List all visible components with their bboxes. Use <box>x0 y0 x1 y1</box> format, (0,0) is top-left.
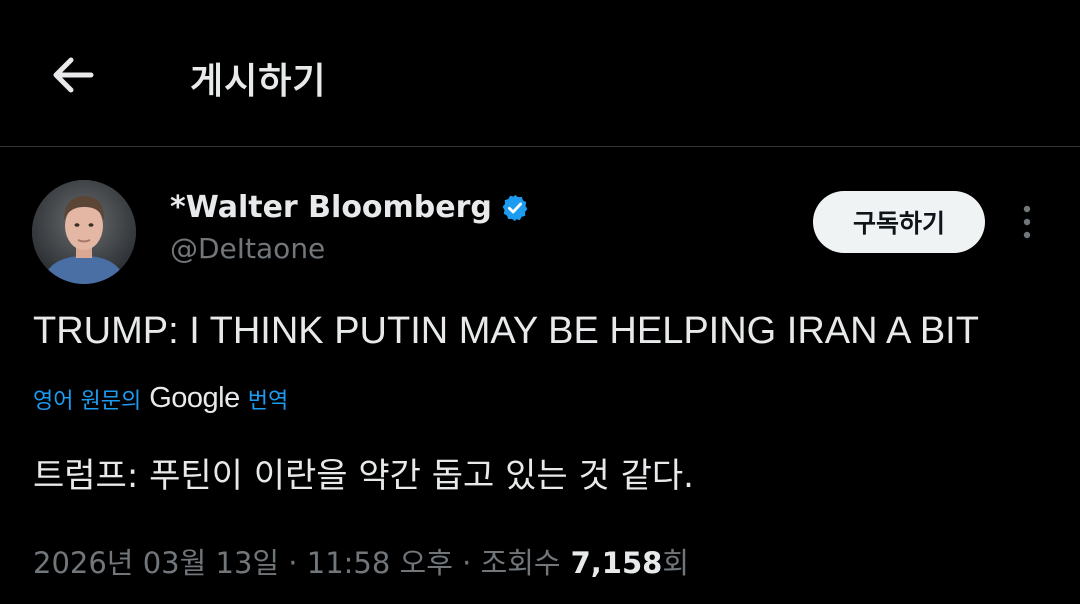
more-options-button[interactable] <box>1010 200 1044 244</box>
translation-attribution: 영어 원문의 Google 번역 <box>33 382 288 415</box>
tweet-text: TRUMP: I THINK PUTIN MAY BE HELPING IRAN… <box>33 310 979 352</box>
author-name-row[interactable]: *Walter Bloomberg <box>170 190 530 225</box>
tweet-meta: 2026년 03월 13일 · 11:58 오후 · 조회수 7,158 회 <box>33 540 689 582</box>
author-handle[interactable]: @DeItaone <box>170 232 325 265</box>
views-suffix: 회 <box>662 546 690 580</box>
meta-separator: · <box>452 546 481 580</box>
post-time: 11:58 오후 <box>306 546 453 580</box>
back-button[interactable] <box>44 46 102 104</box>
arrow-left-icon <box>53 57 94 93</box>
views-count[interactable]: 7,158 <box>571 546 663 580</box>
page-title: 게시하기 <box>190 61 327 102</box>
meta-separator: · <box>279 546 307 580</box>
translate-source-link[interactable]: 영어 원문의 <box>33 383 141 415</box>
translated-text: 트럼프: 푸틴이 이란을 약간 돕고 있는 것 같다. <box>33 456 694 496</box>
translate-link[interactable]: 번역 <box>248 383 288 415</box>
more-vertical-icon <box>1023 205 1031 239</box>
author-display-name: *Walter Bloomberg <box>170 190 492 225</box>
subscribe-button[interactable]: 구독하기 <box>813 191 985 253</box>
avatar[interactable] <box>32 180 136 284</box>
verified-badge-icon <box>502 194 528 221</box>
post-date: 2026년 03월 13일 <box>33 546 280 580</box>
top-bar: 게시하기 <box>0 0 1080 147</box>
avatar-portrait-icon <box>32 180 136 284</box>
google-brand: Google <box>149 382 240 414</box>
views-label: 조회수 <box>480 546 561 580</box>
